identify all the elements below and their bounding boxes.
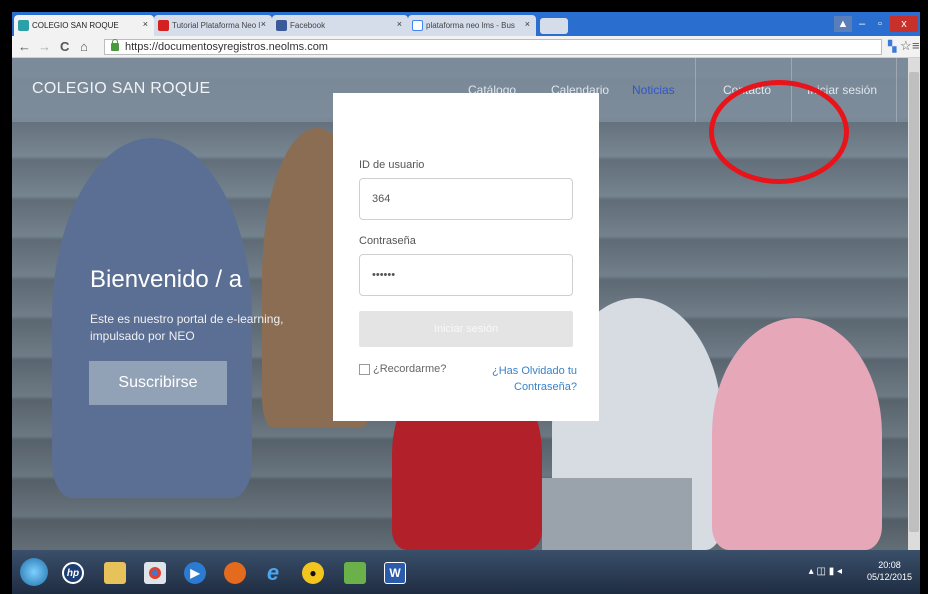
checkbox-icon[interactable] — [359, 363, 370, 375]
login-panel: ID de usuario 364 Contraseña •••••• Inic… — [333, 93, 599, 421]
close-tab-icon[interactable]: × — [525, 19, 530, 29]
new-tab-button[interactable] — [540, 18, 568, 34]
web-page: COLEGIO SAN ROQUE Catálogo Calendario No… — [12, 58, 920, 550]
screenshot: COLEGIO SAN ROQUE × Tutorial Plataforma … — [0, 0, 928, 594]
windows-taskbar: hp ▶ e ● W ▴ ◫ ▮ ◂ 20:08 05/12/2015 — [12, 550, 920, 594]
tab-label: Tutorial Plataforma Neo l — [172, 21, 261, 30]
close-tab-icon[interactable]: × — [143, 19, 148, 29]
google-icon — [412, 20, 423, 31]
restore-button[interactable]: ▫ — [872, 16, 888, 32]
word-icon[interactable]: W — [384, 562, 406, 584]
laptop-image — [542, 478, 692, 550]
subscribe-button[interactable]: Suscribirse — [89, 361, 227, 405]
back-button[interactable]: ← — [18, 39, 31, 54]
minimize-button[interactable]: – — [854, 16, 870, 32]
password-label: Contraseña — [359, 235, 416, 247]
nav-noticias[interactable]: Noticias — [632, 83, 675, 97]
internet-explorer-icon[interactable]: e — [262, 560, 284, 585]
browser-toolbar: ← → C ⌂ https://documentosyregistros.neo… — [12, 36, 920, 58]
taskbar-clock[interactable]: 20:08 05/12/2015 — [867, 559, 912, 583]
tab-label: COLEGIO SAN ROQUE — [32, 21, 119, 30]
site-brand[interactable]: COLEGIO SAN ROQUE — [32, 80, 210, 98]
chrome-icon[interactable] — [144, 562, 166, 584]
welcome-tagline: Este es nuestro portal de e-learning, im… — [90, 312, 284, 343]
address-bar[interactable]: https://documentosyregistros.neolms.com — [104, 39, 882, 55]
home-button[interactable]: ⌂ — [80, 39, 88, 54]
close-window-button[interactable]: x — [890, 16, 918, 32]
remember-me-checkbox[interactable]: ¿Recordarme? — [359, 363, 446, 375]
scrollbar-thumb[interactable] — [909, 72, 919, 532]
bookmark-star-icon[interactable]: ☆ — [900, 38, 912, 54]
app-icon[interactable]: ● — [302, 562, 324, 584]
browser-tab-bar: COLEGIO SAN ROQUE × Tutorial Plataforma … — [12, 12, 920, 36]
user-id-label: ID de usuario — [359, 159, 425, 171]
red-highlight-circle — [709, 80, 849, 184]
remember-me-label: ¿Recordarme? — [373, 363, 447, 375]
background-photo-person — [712, 318, 882, 550]
nav-divider — [695, 58, 696, 122]
clock-date: 05/12/2015 — [866, 572, 912, 582]
reload-button[interactable]: C — [60, 39, 69, 54]
password-input[interactable]: •••••• — [359, 254, 573, 296]
clock-time: 20:08 — [878, 560, 901, 570]
url-text: https://documentosyregistros.neolms.com — [125, 41, 328, 53]
hp-icon[interactable]: hp — [62, 562, 84, 584]
tab-google-search[interactable]: plataforma neo lms - Bus × — [408, 15, 536, 36]
tab-facebook[interactable]: Facebook × — [272, 15, 408, 36]
menu-icon[interactable]: ≡ — [912, 38, 920, 53]
close-tab-icon[interactable]: × — [261, 19, 266, 29]
close-tab-icon[interactable]: × — [397, 19, 402, 29]
media-player-icon[interactable]: ▶ — [184, 562, 206, 584]
nav-divider — [896, 58, 897, 122]
tab-colegio-san-roque[interactable]: COLEGIO SAN ROQUE × — [14, 15, 154, 36]
user-icon[interactable]: ▲ — [834, 16, 852, 32]
welcome-heading: Bienvenido / a — [90, 266, 243, 293]
system-tray[interactable]: ▴ ◫ ▮ ◂ — [809, 566, 842, 577]
site-favicon-icon — [18, 20, 29, 31]
page-scrollbar[interactable] — [908, 58, 920, 550]
tab-label: plataforma neo lms - Bus — [426, 21, 515, 30]
login-submit-button[interactable]: Iniciar sesión — [359, 311, 573, 347]
forgot-password-link[interactable]: ¿Has Olvidado tu Contraseña? — [483, 363, 577, 395]
translate-icon[interactable]: ▚ — [888, 40, 896, 53]
firefox-icon[interactable] — [224, 562, 246, 584]
start-button-icon[interactable] — [20, 558, 48, 586]
network-app-icon[interactable] — [344, 562, 366, 584]
user-id-input[interactable]: 364 — [359, 178, 573, 220]
lock-icon — [111, 39, 119, 51]
forward-button[interactable]: → — [38, 39, 51, 54]
tab-tutorial[interactable]: Tutorial Plataforma Neo l × — [154, 15, 272, 36]
tab-label: Facebook — [290, 21, 326, 30]
file-explorer-icon[interactable] — [104, 562, 126, 584]
facebook-icon — [276, 20, 287, 31]
youtube-icon — [158, 20, 169, 31]
